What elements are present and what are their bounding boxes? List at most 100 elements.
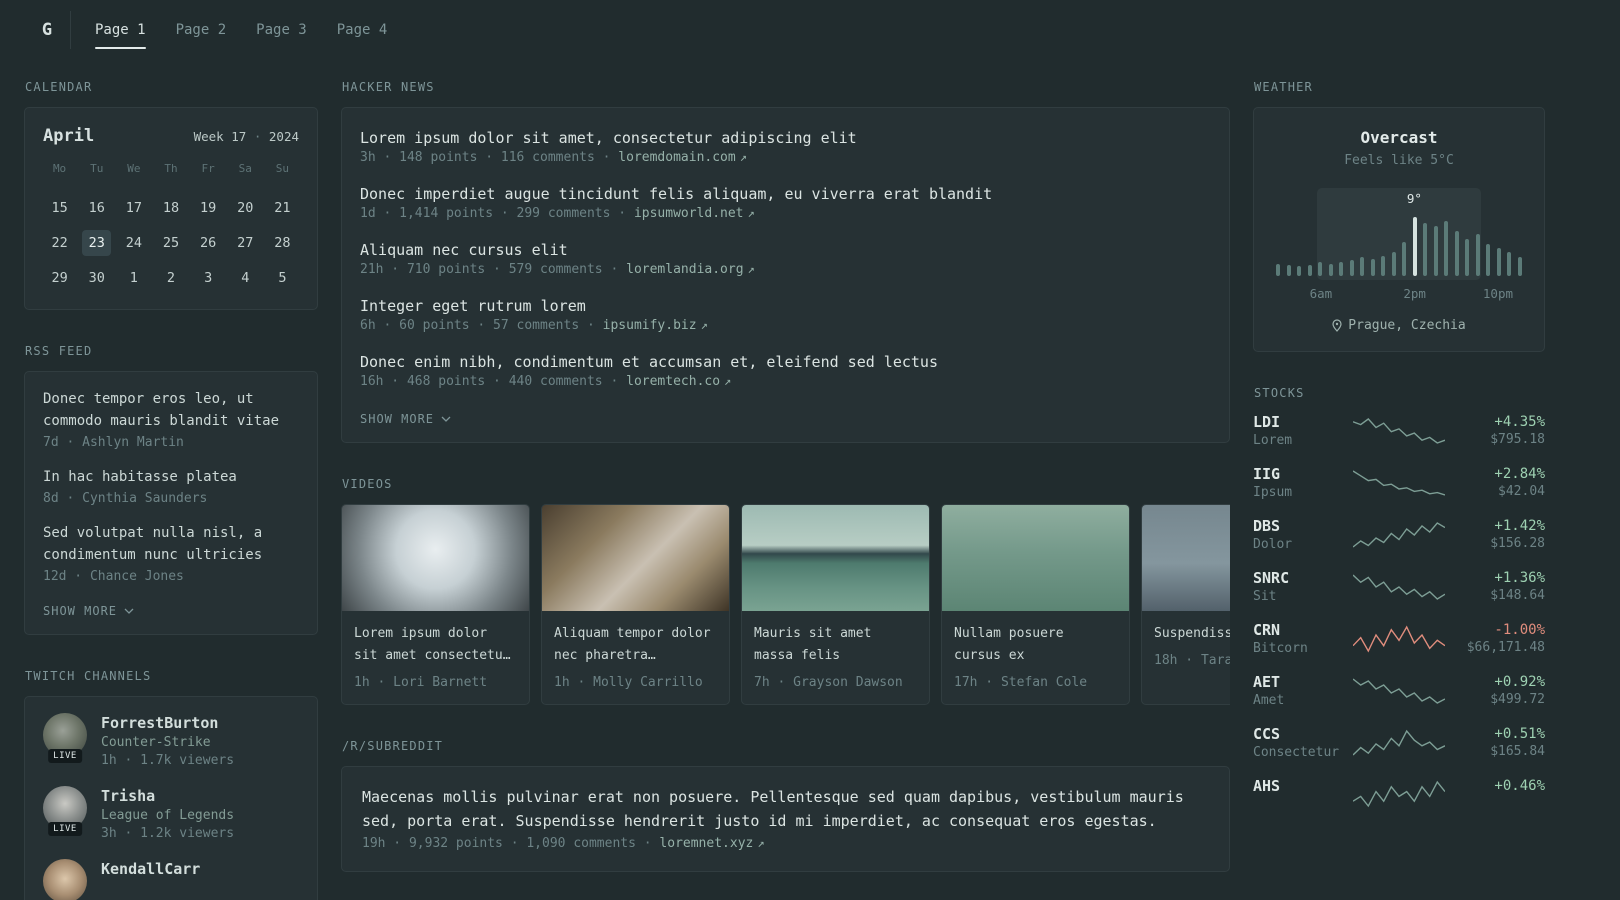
hacker-news-item-title[interactable]: Aliquam nec cursus elit bbox=[360, 241, 568, 259]
stock-identity: LDI Lorem bbox=[1253, 413, 1353, 448]
calendar-header: April Week 17 · 2024 bbox=[41, 124, 301, 146]
hacker-news-show-more-label: SHOW MORE bbox=[360, 412, 435, 426]
twitch-channel-name[interactable]: ForrestBurton bbox=[101, 714, 218, 732]
page-tab[interactable]: Page 2 bbox=[176, 0, 227, 60]
stock-row[interactable]: DBS Dolor +1.42% $156.28 bbox=[1253, 517, 1545, 552]
app-logo[interactable]: G bbox=[24, 20, 70, 40]
calendar-weekday-label: Tu bbox=[90, 162, 104, 175]
subreddit-card: Maecenas mollis pulvinar erat non posuer… bbox=[341, 766, 1230, 873]
calendar-day: 4 bbox=[241, 270, 250, 286]
hacker-news-item-title[interactable]: Integer eget rutrum lorem bbox=[360, 297, 586, 315]
subreddit-post-domain-link[interactable]: loremnet.xyz bbox=[659, 836, 753, 851]
calendar-day: 2 bbox=[166, 270, 176, 286]
stock-identity: AHS bbox=[1253, 777, 1353, 810]
video-card[interactable]: Aliquam tempor dolor nec pharetra… 1h · … bbox=[541, 504, 730, 706]
video-thumbnail[interactable] bbox=[942, 505, 1129, 611]
calendar-day: 17 bbox=[125, 200, 142, 216]
stock-row[interactable]: AET Amet +0.92% $499.72 bbox=[1253, 673, 1545, 708]
twitch-channel[interactable]: LIVE KendallCarr bbox=[43, 859, 299, 900]
separator-dot: · bbox=[602, 150, 611, 165]
video-card-body: Lorem ipsum dolor sit amet consectetu… 1… bbox=[342, 611, 529, 704]
twitch-channel-name[interactable]: KendallCarr bbox=[101, 860, 200, 878]
stock-symbol: IIG bbox=[1253, 465, 1281, 483]
video-card-body: Nullam posuere cursus ex 17h · Stefan Co… bbox=[942, 611, 1129, 704]
weather-location-label: Prague, Czechia bbox=[1348, 318, 1466, 333]
hacker-news-item: Donec imperdiet augue tincidunt felis al… bbox=[360, 184, 1211, 221]
weather-time-labels: 6am 2pm 10pm bbox=[1309, 286, 1514, 301]
weather-card: Overcast Feels like 5°C 9° 6am 2pm 10pm Pr… bbox=[1253, 107, 1545, 352]
hacker-news-item-domain-link[interactable]: loremlandia.org bbox=[626, 262, 743, 277]
hacker-news-show-more-button[interactable]: SHOW MORE bbox=[360, 410, 451, 428]
hacker-news-item-meta: 3h · 148 points · 116 comments · loremdo… bbox=[360, 150, 1211, 165]
stock-values: +1.42% $156.28 bbox=[1445, 518, 1545, 551]
video-title[interactable]: Nullam posuere cursus ex bbox=[954, 626, 1064, 663]
external-link-icon: ↗ bbox=[724, 374, 732, 388]
external-link-icon: ↗ bbox=[747, 262, 755, 276]
hacker-news-item-title[interactable]: Lorem ipsum dolor sit amet, consectetur … bbox=[360, 129, 857, 147]
stock-row[interactable]: SNRC Sit +1.36% $148.64 bbox=[1253, 569, 1545, 604]
hacker-news-item-title[interactable]: Donec enim nibh, condimentum et accumsan… bbox=[360, 353, 938, 371]
video-thumbnail[interactable] bbox=[342, 505, 529, 611]
video-thumbnail[interactable] bbox=[742, 505, 929, 611]
rss-list: Donec tempor eros leo, ut commodo mauris… bbox=[43, 388, 299, 584]
video-card[interactable]: Suspendisse diam 18h · Tara bbox=[1141, 504, 1230, 706]
stock-sparkline bbox=[1353, 521, 1445, 548]
page-tab[interactable]: Page 3 bbox=[256, 0, 307, 60]
stock-row[interactable]: CRN Bitcorn -1.00% $66,171.48 bbox=[1253, 621, 1545, 656]
twitch-channel-name[interactable]: Trisha bbox=[101, 787, 155, 805]
calendar-widget: CALENDAR April Week 17 · 2024 Mo Tu We Th Fr… bbox=[24, 80, 318, 310]
page-tab[interactable]: Page 4 bbox=[337, 0, 388, 60]
stock-sparkline bbox=[1353, 780, 1445, 807]
stock-row[interactable]: CCS Consectetur +0.51% $165.84 bbox=[1253, 725, 1545, 760]
video-thumbnail[interactable] bbox=[1142, 505, 1230, 611]
video-title[interactable]: Aliquam tempor dolor nec pharetra… bbox=[554, 626, 711, 663]
video-title[interactable]: Suspendisse diam bbox=[1154, 626, 1230, 641]
rss-item-title[interactable]: Donec tempor eros leo, ut commodo mauris… bbox=[43, 391, 279, 429]
avatar: LIVE bbox=[43, 859, 87, 900]
weather-location: Prague, Czechia bbox=[1274, 318, 1524, 333]
weather-bars bbox=[1276, 214, 1522, 276]
video-title[interactable]: Lorem ipsum dolor sit amet consectetu… bbox=[354, 626, 511, 663]
stock-values: +2.84% $42.04 bbox=[1445, 466, 1545, 499]
video-card[interactable]: Nullam posuere cursus ex 17h · Stefan Co… bbox=[941, 504, 1130, 706]
stock-sparkline bbox=[1353, 417, 1445, 444]
hacker-news-item: Donec enim nibh, condimentum et accumsan… bbox=[360, 352, 1211, 389]
weather-section-title: WEATHER bbox=[1254, 80, 1313, 94]
twitch-card: LIVE ForrestBurton Counter-Strike 1h · 1… bbox=[24, 696, 318, 900]
stock-row[interactable]: IIG Ipsum +2.84% $42.04 bbox=[1253, 465, 1545, 500]
hacker-news-item-title[interactable]: Donec imperdiet augue tincidunt felis al… bbox=[360, 185, 992, 203]
subreddit-post-meta: 19h · 9,932 points · 1,090 comments · lo… bbox=[362, 836, 1209, 851]
rss-item-title[interactable]: In hac habitasse platea bbox=[43, 469, 237, 485]
video-card[interactable]: Lorem ipsum dolor sit amet consectetu… 1… bbox=[341, 504, 530, 706]
calendar-weekday-label: Mo bbox=[52, 162, 67, 175]
video-title[interactable]: Mauris sit amet massa felis bbox=[754, 626, 871, 663]
separator-dot: · bbox=[643, 836, 652, 852]
hacker-news-item-domain-link[interactable]: loremdomain.com bbox=[618, 150, 735, 165]
twitch-channel[interactable]: LIVE ForrestBurton Counter-Strike 1h · 1… bbox=[43, 713, 299, 768]
rss-item-title[interactable]: Sed volutpat nulla nisl, a condimentum n… bbox=[43, 525, 262, 563]
stock-price: $42.04 bbox=[1498, 484, 1545, 499]
stock-name bbox=[1253, 797, 1353, 810]
hacker-news-item-domain-link[interactable]: loremtech.co bbox=[626, 374, 720, 389]
stock-sparkline bbox=[1353, 677, 1445, 704]
twitch-channel[interactable]: LIVE Trisha League of Legends 3h · 1.2k … bbox=[43, 786, 299, 841]
hacker-news-item-stats: 6h · 60 points · 57 comments bbox=[360, 318, 580, 333]
separator-dot: · bbox=[586, 318, 595, 333]
stock-name: Consectetur bbox=[1253, 745, 1340, 760]
page-tab[interactable]: Page 1 bbox=[95, 0, 146, 60]
subreddit-post-title[interactable]: Maecenas mollis pulvinar erat non posuer… bbox=[362, 788, 1184, 830]
hacker-news-item-domain-link[interactable]: ipsumworld.net bbox=[634, 206, 744, 221]
hacker-news-item-domain-link[interactable]: ipsumify.biz bbox=[603, 318, 697, 333]
video-card[interactable]: Mauris sit amet massa felis 7h · Grayson… bbox=[741, 504, 930, 706]
calendar-year: 2024 bbox=[268, 129, 299, 144]
video-thumbnail[interactable] bbox=[542, 505, 729, 611]
stock-change: +0.92% bbox=[1494, 674, 1545, 690]
stock-row[interactable]: LDI Lorem +4.35% $795.18 bbox=[1253, 413, 1545, 448]
rss-show-more-label: SHOW MORE bbox=[43, 604, 118, 618]
stock-identity: CCS Consectetur bbox=[1253, 725, 1353, 760]
rss-show-more-button[interactable]: SHOW MORE bbox=[43, 602, 134, 620]
calendar-week-year: Week 17 · 2024 bbox=[194, 129, 299, 144]
calendar-section-title: CALENDAR bbox=[25, 80, 93, 94]
rss-card: Donec tempor eros leo, ut commodo mauris… bbox=[24, 371, 318, 635]
stock-row[interactable]: AHS +0.46% bbox=[1253, 777, 1545, 810]
